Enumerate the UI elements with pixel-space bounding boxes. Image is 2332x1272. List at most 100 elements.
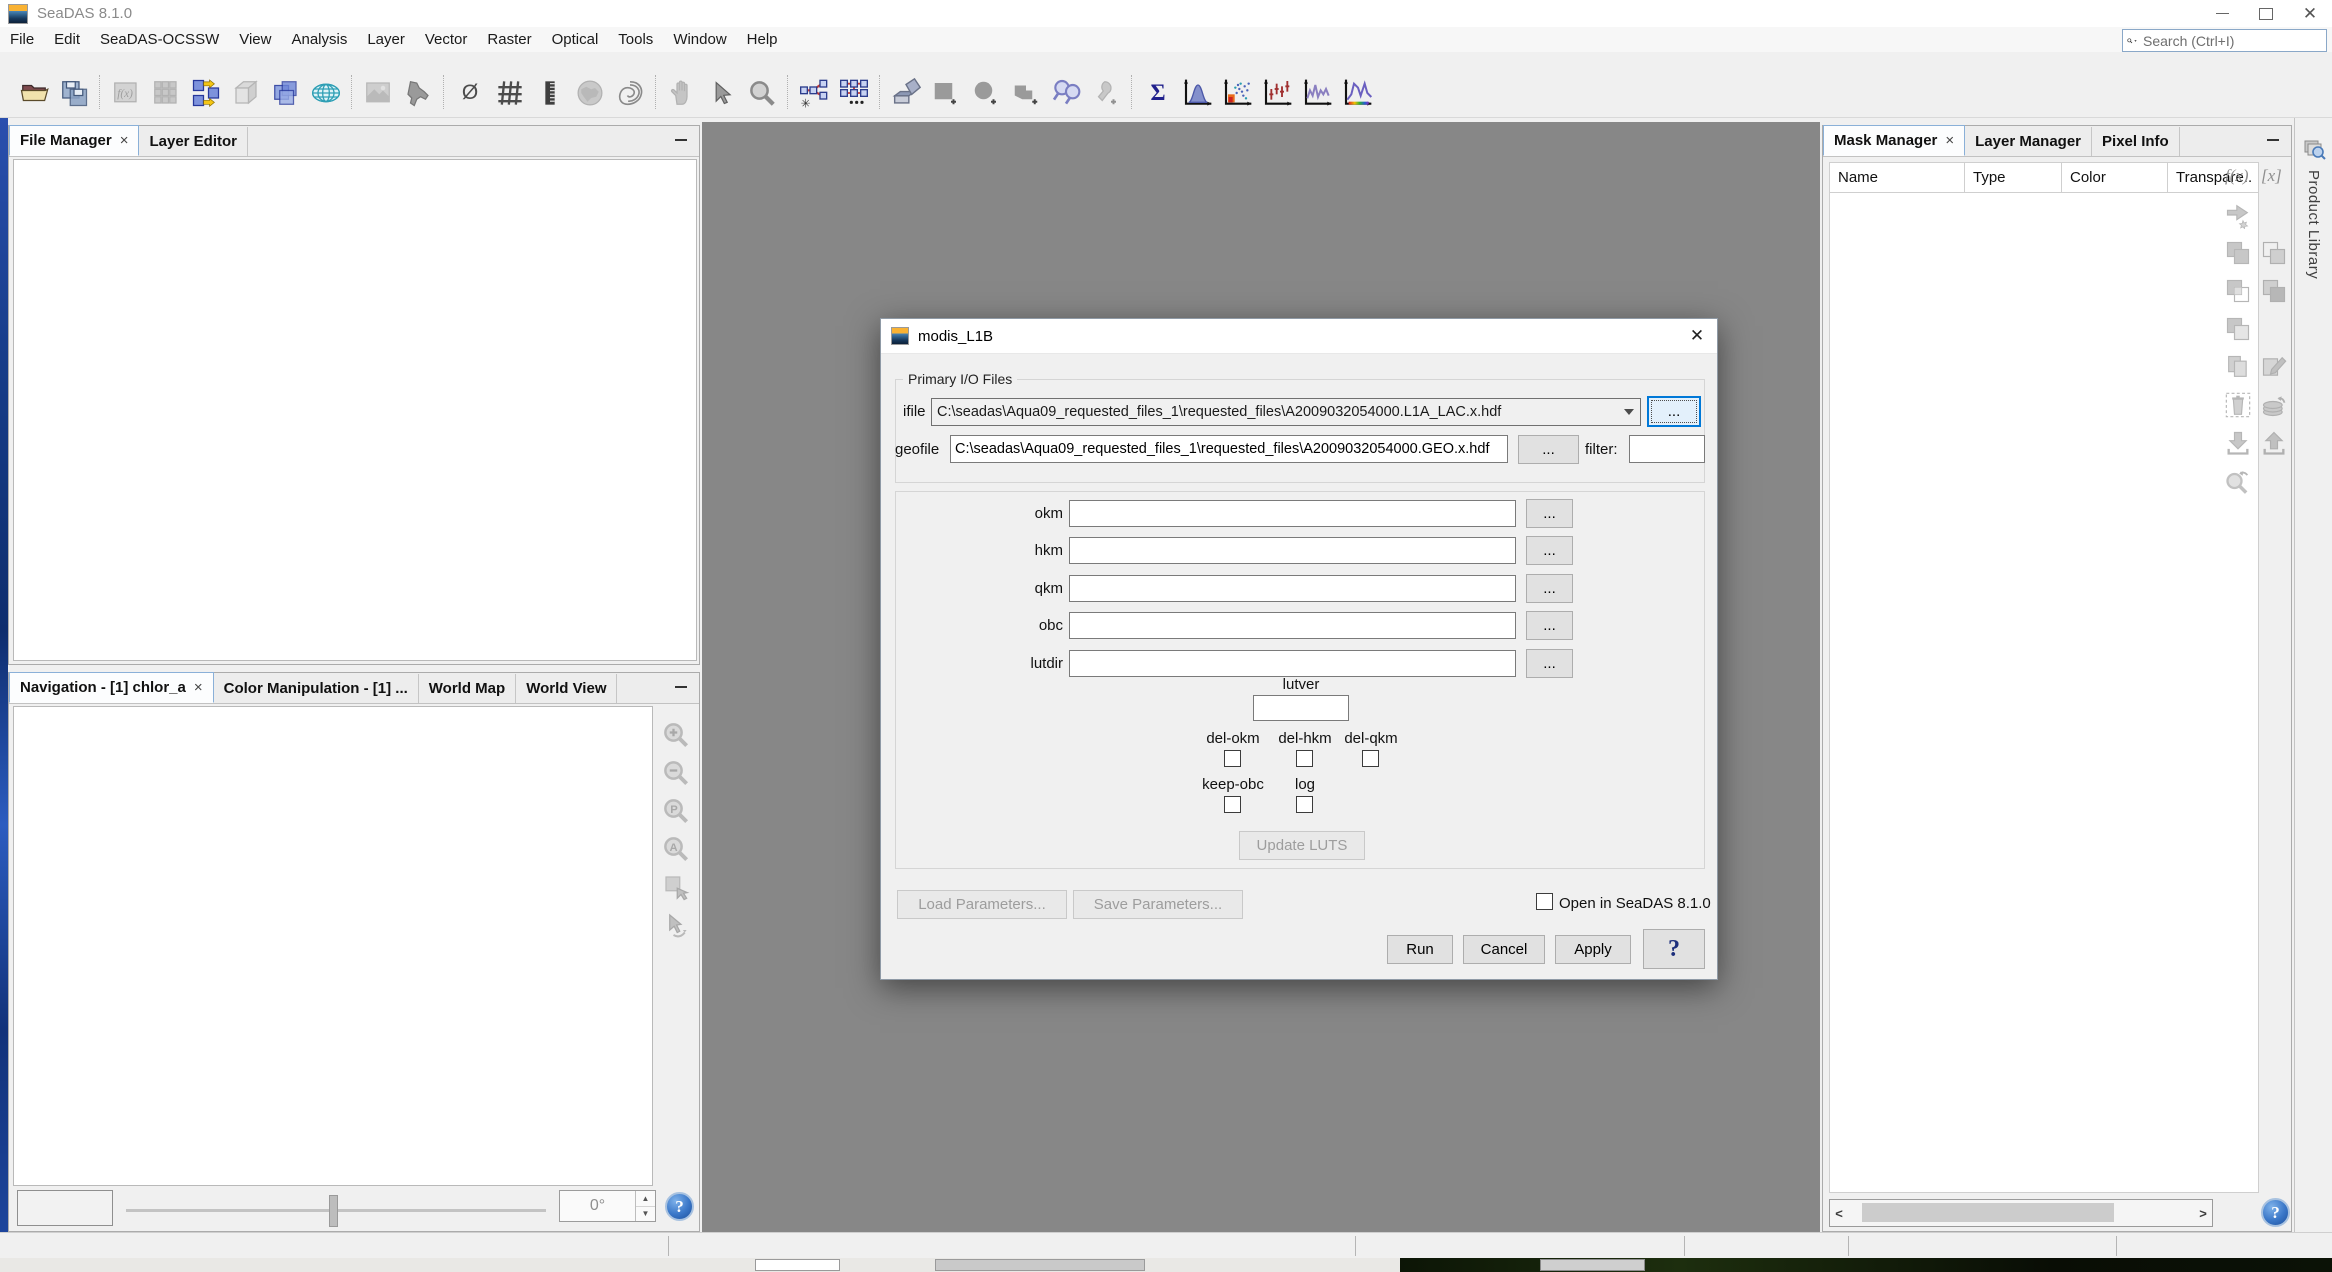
filter-input[interactable]: [1629, 435, 1705, 463]
product-library-tab[interactable]: Product Library: [2305, 170, 2322, 279]
dialog-help-button[interactable]: ?: [1643, 929, 1705, 969]
close-button[interactable]: ✕: [2288, 1, 2332, 27]
zoom-to-mask-icon[interactable]: [2221, 464, 2255, 498]
menu-seadas-ocssw[interactable]: SeaDAS-OCSSW: [90, 27, 229, 52]
menu-edit[interactable]: Edit: [44, 27, 90, 52]
menu-tools[interactable]: Tools: [608, 27, 663, 52]
lutdir-browse-button[interactable]: ...: [1526, 649, 1573, 678]
rotation-spinner[interactable]: 0° ▲ ▼: [559, 1190, 656, 1222]
mask-subtract-icon[interactable]: [2257, 236, 2291, 270]
dropdown-icon[interactable]: [1618, 409, 1640, 415]
ruler-icon[interactable]: [530, 73, 570, 113]
reprojection-icon[interactable]: [186, 73, 226, 113]
apply-button[interactable]: Apply: [1555, 935, 1631, 964]
tab-navigation[interactable]: Navigation - [1] chlor_a ×: [9, 672, 214, 703]
qkm-input[interactable]: [1069, 575, 1516, 602]
tab-world-map[interactable]: World Map: [418, 674, 517, 703]
band-math-mask-icon[interactable]: f(x): [2225, 166, 2249, 186]
zoom-in-icon[interactable]: [657, 716, 695, 754]
scroll-right-icon[interactable]: >: [2194, 1206, 2212, 1221]
del-qkm-checkbox[interactable]: [1362, 750, 1379, 767]
menu-help[interactable]: Help: [737, 27, 788, 52]
mask-difference-icon[interactable]: [2221, 312, 2255, 346]
zoom-to-pixel-icon[interactable]: P: [657, 792, 695, 830]
draw-rectangle-icon[interactable]: [926, 73, 966, 113]
gcp-manager-icon[interactable]: [1086, 73, 1126, 113]
run-button[interactable]: Run: [1387, 935, 1453, 964]
maximize-button[interactable]: [2244, 1, 2288, 27]
open-in-seadas-checkbox[interactable]: [1536, 893, 1553, 910]
update-luts-button[interactable]: Update LUTS: [1239, 831, 1365, 860]
menu-layer[interactable]: Layer: [357, 27, 415, 52]
mask-union-icon[interactable]: [2221, 236, 2255, 270]
draw-polygon-icon[interactable]: [1006, 73, 1046, 113]
tab-close-icon[interactable]: ×: [194, 679, 203, 696]
navigation-help-button[interactable]: ?: [665, 1192, 694, 1221]
column-header-name[interactable]: Name: [1829, 162, 1965, 193]
new-mask-icon[interactable]: [2221, 198, 2255, 232]
okm-input[interactable]: [1069, 500, 1516, 527]
tab-close-icon[interactable]: ×: [1945, 132, 1954, 149]
okm-browse-button[interactable]: ...: [1526, 499, 1573, 528]
spin-down-icon[interactable]: ▼: [636, 1207, 655, 1222]
mask-invert-icon[interactable]: [2257, 274, 2291, 308]
spectrum-plot-icon[interactable]: [1298, 73, 1338, 113]
dialog-titlebar[interactable]: modis_L1B ✕: [881, 319, 1717, 354]
menu-analysis[interactable]: Analysis: [281, 27, 357, 52]
lutver-input[interactable]: [1253, 695, 1349, 721]
file-manager-content[interactable]: [13, 159, 697, 661]
obc-input[interactable]: [1069, 612, 1516, 639]
image-view-icon[interactable]: [358, 73, 398, 113]
spectrum-view-icon[interactable]: [1338, 73, 1378, 113]
sync-views-icon[interactable]: [657, 868, 695, 906]
tab-layer-manager[interactable]: Layer Manager: [1965, 127, 2093, 156]
column-header-type[interactable]: Type: [1965, 162, 2062, 193]
menu-optical[interactable]: Optical: [542, 27, 609, 52]
dialog-close-button[interactable]: ✕: [1677, 320, 1717, 353]
tab-pixel-info[interactable]: Pixel Info: [2092, 127, 2180, 156]
search-input[interactable]: [2137, 31, 2326, 50]
range-mask-icon[interactable]: [x]: [2261, 166, 2282, 186]
subset-icon[interactable]: [226, 73, 266, 113]
del-hkm-checkbox[interactable]: [1296, 750, 1313, 767]
column-header-color[interactable]: Color: [2062, 162, 2168, 193]
menu-view[interactable]: View: [229, 27, 281, 52]
scatter-plot-icon[interactable]: [1218, 73, 1258, 113]
product-library-icon[interactable]: [2302, 136, 2326, 160]
mask-intersect-icon[interactable]: [2221, 274, 2255, 308]
tab-layer-editor[interactable]: Layer Editor: [139, 127, 248, 156]
contour-overlay-icon[interactable]: [610, 73, 650, 113]
ifile-browse-button[interactable]: ...: [1647, 396, 1701, 427]
band-maths-icon[interactable]: f(x): [106, 73, 146, 113]
graph-builder-icon[interactable]: ✳: [794, 73, 834, 113]
cancel-button[interactable]: Cancel: [1463, 935, 1545, 964]
mosaic-icon[interactable]: [266, 73, 306, 113]
search-box[interactable]: [2122, 29, 2327, 52]
panel-minimize-button[interactable]: [673, 132, 689, 148]
graticule-icon[interactable]: [490, 73, 530, 113]
minimize-button[interactable]: [2200, 1, 2244, 27]
keep-obc-checkbox[interactable]: [1224, 796, 1241, 813]
pin-manager-icon[interactable]: [1046, 73, 1086, 113]
scrollbar-thumb[interactable]: [1862, 1203, 2114, 1222]
log-checkbox[interactable]: [1296, 796, 1313, 813]
menu-file[interactable]: File: [0, 27, 44, 52]
edit-mask-icon[interactable]: [2257, 350, 2291, 384]
menu-window[interactable]: Window: [663, 27, 736, 52]
delete-mask-icon[interactable]: [2221, 388, 2255, 422]
map-region-icon[interactable]: [398, 73, 438, 113]
tab-file-manager[interactable]: File Manager ×: [9, 125, 140, 156]
del-okm-checkbox[interactable]: [1224, 750, 1241, 767]
mask-help-button[interactable]: ?: [2261, 1198, 2290, 1227]
spin-up-icon[interactable]: ▲: [636, 1191, 655, 1207]
hkm-input[interactable]: [1069, 537, 1516, 564]
pan-tool-icon[interactable]: [662, 73, 702, 113]
zoom-out-icon[interactable]: [657, 754, 695, 792]
ifile-combobox[interactable]: C:\seadas\Aqua09_requested_files_1\reque…: [931, 398, 1641, 426]
lutdir-input[interactable]: [1069, 650, 1516, 677]
panel-minimize-button[interactable]: [2265, 132, 2281, 148]
qkm-browse-button[interactable]: ...: [1526, 574, 1573, 603]
tab-color-manipulation[interactable]: Color Manipulation - [1] ...: [213, 674, 419, 703]
sync-cursors-icon[interactable]: [657, 906, 695, 944]
no-data-overlay-icon[interactable]: Ø: [450, 73, 490, 113]
